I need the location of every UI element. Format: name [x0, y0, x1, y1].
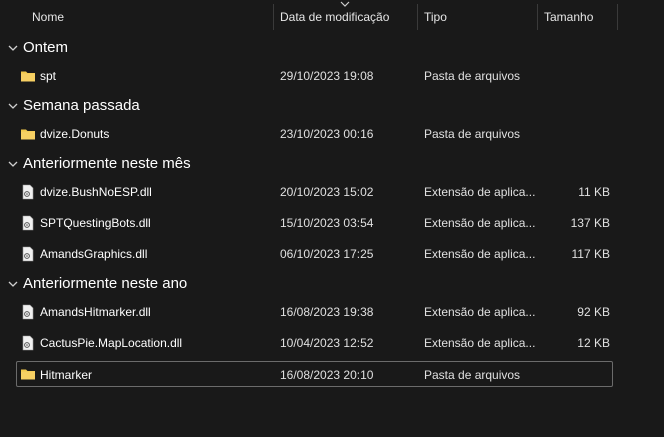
column-size-header[interactable]: Tamanho	[544, 0, 614, 34]
file-name: spt	[40, 69, 57, 83]
list-item[interactable]: dvize.Donuts 23/10/2023 00:16 Pasta de a…	[16, 121, 613, 147]
file-date: 16/08/2023 20:10	[280, 368, 374, 382]
file-type: Extensão de aplica...	[424, 336, 536, 350]
file-name: Hitmarker	[40, 368, 93, 382]
dll-file-icon	[22, 215, 34, 231]
list-item-selected[interactable]: Hitmarker 16/08/2023 20:10 Pasta de arqu…	[16, 361, 613, 387]
file-type: Pasta de arquivos	[424, 127, 521, 141]
file-type: Pasta de arquivos	[424, 368, 521, 382]
dll-file-icon	[22, 184, 34, 200]
column-size-label: Tamanho	[544, 10, 594, 24]
file-date: 23/10/2023 00:16	[280, 127, 374, 141]
column-separator[interactable]	[537, 4, 538, 30]
file-name: AmandsGraphics.dll	[40, 247, 148, 261]
list-item[interactable]: SPTQuestingBots.dll 15/10/2023 03:54 Ext…	[16, 210, 613, 236]
folder-icon	[21, 129, 35, 140]
file-size: 11 KB	[578, 185, 610, 199]
folder-icon	[21, 71, 35, 82]
file-date: 15/10/2023 03:54	[280, 216, 374, 230]
group-header[interactable]: Ontem	[0, 36, 664, 60]
group-title: Ontem	[23, 39, 69, 56]
dll-file-icon	[22, 304, 34, 320]
column-date-label: Data de modificação	[280, 10, 390, 24]
dll-file-icon	[22, 335, 34, 351]
chevron-down-icon	[8, 281, 18, 287]
file-type: Extensão de aplica...	[424, 216, 536, 230]
list-item[interactable]: AmandsGraphics.dll 06/10/2023 17:25 Exte…	[16, 241, 613, 267]
file-date: 06/10/2023 17:25	[280, 247, 374, 261]
file-name: dvize.Donuts	[40, 127, 110, 141]
list-item[interactable]: AmandsHitmarker.dll 16/08/2023 19:38 Ext…	[16, 299, 613, 325]
group-header[interactable]: Semana passada	[0, 94, 664, 118]
file-date: 10/04/2023 12:52	[280, 336, 374, 350]
file-size: 92 KB	[577, 305, 610, 319]
file-name: SPTQuestingBots.dll	[40, 216, 151, 230]
list-item[interactable]: spt 29/10/2023 19:08 Pasta de arquivos	[16, 63, 613, 89]
column-type-label: Tipo	[424, 10, 447, 24]
file-type: Extensão de aplica...	[424, 305, 536, 319]
group-header[interactable]: Anteriormente neste ano	[0, 272, 664, 296]
column-type-header[interactable]: Tipo	[424, 0, 534, 34]
chevron-down-icon	[8, 45, 18, 51]
chevron-down-icon	[8, 103, 18, 109]
dll-file-icon	[22, 246, 34, 262]
list-item[interactable]: dvize.BushNoESP.dll 20/10/2023 15:02 Ext…	[16, 179, 613, 205]
file-name: AmandsHitmarker.dll	[40, 305, 151, 319]
file-type: Extensão de aplica...	[424, 247, 536, 261]
column-separator[interactable]	[273, 4, 274, 30]
file-type: Pasta de arquivos	[424, 69, 521, 83]
file-name: dvize.BushNoESP.dll	[40, 185, 152, 199]
group-title: Anteriormente neste mês	[23, 155, 191, 172]
file-size: 12 KB	[577, 336, 610, 350]
column-name-header[interactable]: Nome	[32, 0, 272, 34]
column-date-header[interactable]: Data de modificação	[280, 0, 416, 34]
file-date: 20/10/2023 15:02	[280, 185, 374, 199]
file-size: 137 KB	[570, 216, 610, 230]
group-title: Anteriormente neste ano	[23, 275, 188, 292]
list-item[interactable]: CactusPie.MapLocation.dll 10/04/2023 12:…	[16, 330, 613, 356]
file-date: 29/10/2023 19:08	[280, 69, 374, 83]
file-size: 117 KB	[571, 247, 610, 261]
chevron-down-icon	[8, 161, 18, 167]
folder-icon	[21, 369, 35, 380]
file-type: Extensão de aplica...	[424, 185, 536, 199]
group-title: Semana passada	[23, 97, 140, 114]
column-name-label: Nome	[32, 10, 65, 24]
group-header[interactable]: Anteriormente neste mês	[0, 152, 664, 176]
column-header: Nome Data de modificação Tipo Tamanho	[0, 0, 664, 34]
file-explorer: Nome Data de modificação Tipo Tamanho On…	[0, 0, 664, 437]
file-name: CactusPie.MapLocation.dll	[40, 336, 183, 350]
file-date: 16/08/2023 19:38	[280, 305, 374, 319]
column-separator[interactable]	[417, 4, 418, 30]
column-separator[interactable]	[617, 4, 618, 30]
